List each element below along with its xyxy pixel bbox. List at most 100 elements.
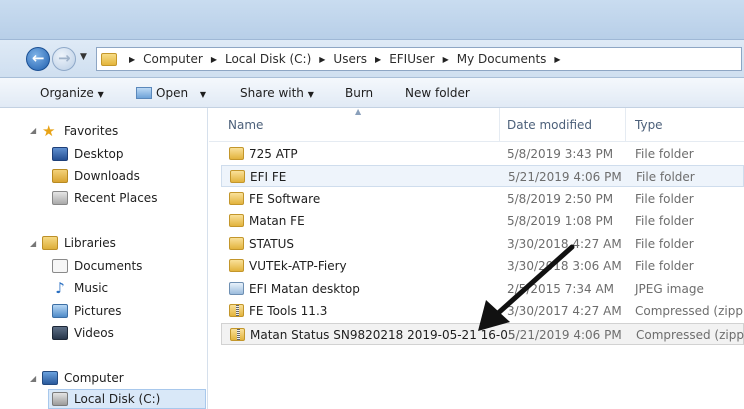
chevron-down-icon: ▼ <box>307 90 314 99</box>
file-date: 5/8/2019 3:43 PM <box>507 147 614 161</box>
nav-documents-label: Documents <box>74 259 143 273</box>
file-row[interactable]: FE Software 5/8/2019 2:50 PM File folder <box>221 188 744 210</box>
file-row[interactable]: STATUS 3/30/2018 4:27 AM File folder <box>221 233 744 255</box>
star-icon: ★ <box>42 122 56 140</box>
file-row[interactable]: 725 ATP 5/8/2019 3:43 PM File folder <box>221 143 744 165</box>
organize-button[interactable]: Organize ▼ <box>40 86 104 100</box>
column-header-type[interactable]: Type <box>635 118 663 132</box>
file-name: 725 ATP <box>249 147 298 161</box>
address-row: ← → ▼ ▶ Computer ▶ Local Disk (C:) ▶ Use… <box>0 40 744 78</box>
file-name: Matan FE <box>249 214 305 228</box>
breadcrumb-my-documents[interactable]: My Documents <box>457 52 547 66</box>
open-button[interactable]: Open ▼ <box>136 86 206 100</box>
nav-pictures-label: Pictures <box>74 304 122 318</box>
new-folder-button[interactable]: New folder <box>405 86 470 100</box>
file-date: 3/30/2017 4:27 AM <box>507 304 622 318</box>
file-type: File folder <box>636 170 695 184</box>
open-icon <box>136 87 152 99</box>
nav-pictures[interactable]: Pictures <box>52 301 122 321</box>
file-name: STATUS <box>249 237 295 251</box>
file-type: File folder <box>635 259 694 273</box>
nav-music[interactable]: ♪ Music <box>52 278 108 298</box>
downloads-icon <box>52 169 68 183</box>
organize-label: Organize <box>40 86 94 100</box>
column-divider[interactable] <box>625 108 626 142</box>
nav-downloads-label: Downloads <box>74 169 140 183</box>
chevron-right-icon[interactable]: ▶ <box>129 55 135 64</box>
nav-desktop-label: Desktop <box>74 147 124 161</box>
command-toolbar: Organize ▼ Open ▼ Share with ▼ Burn New … <box>0 78 744 108</box>
column-divider[interactable] <box>499 108 500 142</box>
expand-icon[interactable]: ◢ <box>30 239 36 248</box>
nav-videos[interactable]: Videos <box>52 323 114 343</box>
file-date: 5/8/2019 1:08 PM <box>507 214 614 228</box>
file-type: File folder <box>635 192 694 206</box>
file-row[interactable]: FE Tools 11.3 3/30/2017 4:27 AM Compress… <box>221 300 744 322</box>
drive-icon <box>52 392 68 406</box>
chevron-right-icon[interactable]: ▶ <box>211 55 217 64</box>
expand-icon[interactable]: ◢ <box>30 374 36 383</box>
folder-icon <box>229 192 244 205</box>
file-row[interactable]: EFI FE 5/21/2019 4:06 PM File folder <box>221 165 744 187</box>
nav-computer[interactable]: Computer <box>42 368 124 388</box>
file-date: 5/21/2019 4:06 PM <box>508 170 622 184</box>
chevron-right-icon[interactable]: ▶ <box>554 55 560 64</box>
expand-icon[interactable]: ◢ <box>30 126 36 135</box>
column-header-name[interactable]: Name <box>228 118 263 132</box>
back-button[interactable]: ← <box>26 47 50 71</box>
back-arrow-icon: ← <box>32 49 45 67</box>
address-bar[interactable]: ▶ Computer ▶ Local Disk (C:) ▶ Users ▶ E… <box>96 47 742 71</box>
nav-local-disk-label: Local Disk (C:) <box>74 392 161 406</box>
folder-icon <box>229 214 244 227</box>
nav-computer-label: Computer <box>64 371 124 385</box>
pictures-icon <box>52 304 68 318</box>
nav-local-disk[interactable]: Local Disk (C:) <box>48 389 206 409</box>
recent-pages-dropdown-icon[interactable]: ▼ <box>80 52 87 62</box>
nav-favorites-label: Favorites <box>64 124 119 138</box>
file-date: 5/21/2019 4:06 PM <box>508 328 622 342</box>
breadcrumb-computer[interactable]: Computer <box>143 52 203 66</box>
nav-favorites[interactable]: ★ Favorites <box>42 121 118 141</box>
file-row[interactable]: VUTEk-ATP-Fiery 3/30/2018 3:06 AM File f… <box>221 255 744 277</box>
breadcrumb-local-disk[interactable]: Local Disk (C:) <box>225 52 311 66</box>
share-with-button[interactable]: Share with ▼ <box>240 86 314 100</box>
forward-button[interactable]: → <box>52 47 76 71</box>
file-row[interactable]: Matan Status SN9820218 2019-05-21 16-05 … <box>221 323 744 345</box>
zip-file-icon <box>229 304 244 317</box>
nav-downloads[interactable]: Downloads <box>52 166 140 186</box>
breadcrumb-efiuser[interactable]: EFIUser <box>389 52 434 66</box>
nav-desktop[interactable]: Desktop <box>52 144 124 164</box>
file-row[interactable]: EFI Matan desktop 2/5/2015 7:34 AM JPEG … <box>221 278 744 300</box>
nav-libraries-label: Libraries <box>64 236 116 250</box>
file-name: EFI Matan desktop <box>249 282 360 296</box>
folder-icon <box>101 52 117 66</box>
file-row[interactable]: Matan FE 5/8/2019 1:08 PM File folder <box>221 210 744 232</box>
chevron-right-icon[interactable]: ▶ <box>443 55 449 64</box>
file-list-pane: Name ▲ Date modified Type 725 ATP 5/8/20… <box>209 107 744 409</box>
folder-icon <box>229 259 244 272</box>
column-header-date-modified[interactable]: Date modified <box>507 118 592 132</box>
file-name: EFI FE <box>250 170 287 184</box>
recent-places-icon <box>52 191 68 205</box>
breadcrumb-users[interactable]: Users <box>333 52 367 66</box>
burn-button[interactable]: Burn <box>345 86 373 100</box>
nav-recent-places[interactable]: Recent Places <box>52 188 157 208</box>
documents-icon <box>52 259 68 273</box>
nav-recent-places-label: Recent Places <box>74 191 158 205</box>
nav-libraries[interactable]: Libraries <box>42 233 116 253</box>
folder-icon <box>229 237 244 250</box>
videos-icon <box>52 326 68 340</box>
desktop-icon <box>52 147 68 161</box>
chevron-down-icon: ▼ <box>199 90 207 99</box>
music-icon: ♪ <box>55 279 65 297</box>
chevron-down-icon: ▼ <box>97 90 104 99</box>
file-name: FE Software <box>249 192 321 206</box>
folder-icon <box>230 170 245 183</box>
chevron-right-icon[interactable]: ▶ <box>319 55 325 64</box>
file-type: File folder <box>635 214 694 228</box>
chevron-right-icon[interactable]: ▶ <box>375 55 381 64</box>
nav-documents[interactable]: Documents <box>52 256 142 276</box>
libraries-icon <box>42 236 58 250</box>
computer-icon <box>42 371 58 385</box>
column-header-row: Name ▲ Date modified Type <box>209 107 744 142</box>
